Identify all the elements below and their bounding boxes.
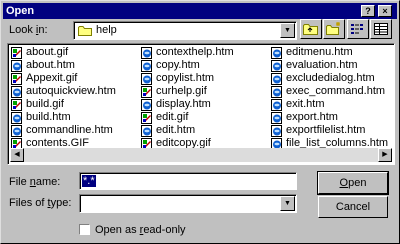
gif-file-icon bbox=[141, 85, 153, 98]
htm-file-icon bbox=[141, 59, 153, 72]
file-name-text: editmenu.htm bbox=[286, 46, 353, 58]
file-name-text: build.htm bbox=[26, 111, 71, 123]
new-folder-icon bbox=[326, 22, 340, 35]
file-name-text: about.htm bbox=[26, 59, 75, 71]
file-column: about.gif about.htm Appexit.gif autoquickvi… bbox=[11, 46, 116, 150]
gif-file-icon bbox=[141, 111, 153, 124]
scroll-right-button[interactable]: ▶ bbox=[378, 148, 392, 162]
open-button[interactable]: Open bbox=[317, 171, 389, 195]
htm-file-icon bbox=[271, 111, 283, 124]
up-folder-icon bbox=[303, 24, 318, 35]
file-name-text: contexthelp.htm bbox=[156, 46, 234, 58]
file-name-input[interactable]: *.* bbox=[79, 172, 297, 190]
list-item[interactable]: display.htm bbox=[141, 98, 234, 111]
chevron-down-icon[interactable]: ▼ bbox=[280, 196, 295, 211]
file-name-text: about.gif bbox=[26, 46, 69, 58]
gif-file-icon bbox=[11, 46, 23, 59]
list-item[interactable]: about.gif bbox=[11, 46, 116, 59]
read-only-label: Open as read-only bbox=[95, 224, 186, 236]
list-view-icon bbox=[351, 24, 363, 34]
list-item[interactable]: exit.htm bbox=[271, 98, 388, 111]
list-item[interactable]: about.htm bbox=[11, 59, 116, 72]
file-name-text: edit.gif bbox=[156, 111, 189, 123]
read-only-checkbox[interactable] bbox=[79, 224, 90, 235]
file-name-text: commandline.htm bbox=[26, 124, 113, 136]
look-in-label: Look in: bbox=[9, 24, 48, 36]
htm-file-icon bbox=[271, 124, 283, 137]
list-item[interactable]: copylist.htm bbox=[141, 72, 234, 85]
look-in-value: help bbox=[96, 24, 117, 36]
chevron-down-icon[interactable]: ▼ bbox=[280, 23, 295, 38]
files-of-type-combo[interactable]: ▼ bbox=[79, 194, 297, 213]
htm-file-icon bbox=[141, 124, 153, 137]
htm-file-icon bbox=[141, 72, 153, 85]
close-title-button[interactable]: × bbox=[378, 5, 392, 17]
list-item[interactable]: export.htm bbox=[271, 111, 388, 124]
dialog-title: Open bbox=[6, 5, 35, 17]
scroll-left-button[interactable]: ◀ bbox=[10, 148, 24, 162]
list-item[interactable]: build.htm bbox=[11, 111, 116, 124]
list-item[interactable]: contexthelp.htm bbox=[141, 46, 234, 59]
file-column: editmenu.htm evaluation.htm excludedialog.… bbox=[271, 46, 388, 150]
list-item[interactable]: curhelp.gif bbox=[141, 85, 234, 98]
htm-file-icon bbox=[271, 72, 283, 85]
list-item[interactable]: copy.htm bbox=[141, 59, 234, 72]
list-item[interactable]: autoquickview.htm bbox=[11, 85, 116, 98]
file-name-text: autoquickview.htm bbox=[26, 85, 116, 97]
gif-file-icon bbox=[11, 98, 23, 111]
details-view-icon bbox=[374, 23, 388, 35]
file-name-text: evaluation.htm bbox=[286, 59, 358, 71]
files-of-type-label: Files of type: bbox=[9, 197, 72, 209]
list-item[interactable]: excludedialog.htm bbox=[271, 72, 388, 85]
htm-file-icon bbox=[271, 46, 283, 59]
file-name-text: copy.htm bbox=[156, 59, 200, 71]
file-name-text: exec_command.htm bbox=[286, 85, 386, 97]
horizontal-scrollbar[interactable]: ◀ ▶ bbox=[10, 148, 392, 162]
htm-file-icon bbox=[271, 98, 283, 111]
file-name-text: display.htm bbox=[156, 98, 211, 110]
folder-icon bbox=[78, 25, 92, 36]
file-list[interactable]: about.gif about.htm Appexit.gif autoquickvi… bbox=[7, 43, 395, 165]
file-name-value: *.* bbox=[82, 175, 96, 187]
htm-file-icon bbox=[141, 98, 153, 111]
up-one-level-button[interactable] bbox=[300, 19, 322, 39]
list-item[interactable]: commandline.htm bbox=[11, 124, 116, 137]
list-item[interactable]: exportfilelist.htm bbox=[271, 124, 388, 137]
file-name-text: excludedialog.htm bbox=[286, 72, 375, 84]
htm-file-icon bbox=[141, 46, 153, 59]
file-name-text: export.htm bbox=[286, 111, 338, 123]
list-item[interactable]: edit.gif bbox=[141, 111, 234, 124]
htm-file-icon bbox=[11, 124, 23, 137]
file-column: contexthelp.htm copy.htm copylist.htm curhe… bbox=[141, 46, 234, 150]
gif-file-icon bbox=[11, 72, 23, 85]
htm-file-icon bbox=[271, 59, 283, 72]
details-view-button[interactable] bbox=[370, 19, 392, 39]
list-item[interactable]: Appexit.gif bbox=[11, 72, 116, 85]
file-name-text: copylist.htm bbox=[156, 72, 215, 84]
look-in-combo[interactable]: help ▼ bbox=[73, 21, 297, 40]
list-item[interactable]: build.gif bbox=[11, 98, 116, 111]
create-new-folder-button[interactable] bbox=[323, 19, 345, 39]
file-name-text: build.gif bbox=[26, 98, 64, 110]
cancel-button[interactable]: Cancel bbox=[318, 196, 388, 218]
title-bar: Open ? × bbox=[3, 3, 397, 19]
list-item[interactable]: editmenu.htm bbox=[271, 46, 388, 59]
htm-file-icon bbox=[271, 85, 283, 98]
file-name-text: exit.htm bbox=[286, 98, 325, 110]
htm-file-icon bbox=[11, 85, 23, 98]
list-item[interactable]: exec_command.htm bbox=[271, 85, 388, 98]
file-name-text: curhelp.gif bbox=[156, 85, 207, 97]
htm-file-icon bbox=[11, 111, 23, 124]
list-item[interactable]: evaluation.htm bbox=[271, 59, 388, 72]
htm-file-icon bbox=[11, 59, 23, 72]
help-title-button[interactable]: ? bbox=[361, 5, 375, 17]
file-name-text: exportfilelist.htm bbox=[286, 124, 366, 136]
file-name-label: File name: bbox=[9, 176, 61, 188]
list-item[interactable]: edit.htm bbox=[141, 124, 234, 137]
list-view-button[interactable] bbox=[347, 19, 369, 39]
file-name-text: edit.htm bbox=[156, 124, 196, 136]
file-name-text: Appexit.gif bbox=[26, 72, 78, 84]
open-dialog: Open ? × Look in: help ▼ about.gif about… bbox=[0, 0, 400, 244]
